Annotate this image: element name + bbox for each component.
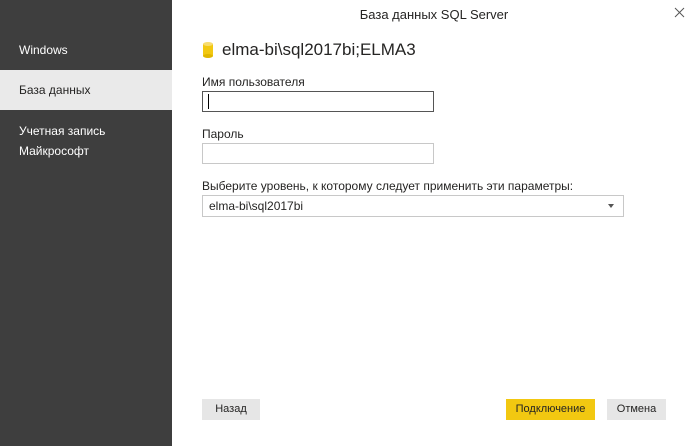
username-field[interactable]: [202, 91, 434, 112]
close-icon: [674, 7, 685, 18]
username-label: Имя пользователя: [202, 75, 305, 89]
database-heading: elma-bi\sql2017bi;ELMA3: [203, 39, 416, 61]
back-button[interactable]: Назад: [202, 399, 260, 420]
connect-button[interactable]: Подключение: [506, 399, 595, 420]
level-selected-value: elma-bi\sql2017bi: [209, 199, 304, 213]
sidebar-item-windows[interactable]: Windows: [0, 40, 172, 60]
sidebar-item-label: Windows: [19, 43, 68, 57]
level-dropdown[interactable]: elma-bi\sql2017bi: [202, 195, 624, 217]
sidebar-item-label: База данных: [19, 83, 91, 97]
password-label: Пароль: [202, 127, 244, 141]
auth-method-sidebar: Windows База данных Учетная запись Майкр…: [0, 0, 172, 446]
text-caret: [208, 94, 209, 109]
sidebar-item-microsoft-account[interactable]: Учетная запись Майкрософт: [0, 121, 172, 161]
close-button[interactable]: [670, 3, 690, 23]
dialog-title: База данных SQL Server: [359, 7, 509, 22]
sidebar-item-database[interactable]: База данных: [0, 70, 172, 110]
database-name: elma-bi\sql2017bi;ELMA3: [222, 40, 416, 59]
database-icon: [203, 42, 213, 58]
password-field[interactable]: [202, 143, 434, 164]
chevron-down-icon: [608, 204, 614, 208]
level-label: Выберите уровень, к которому следует при…: [202, 179, 574, 193]
sidebar-item-label: Учетная запись Майкрософт: [19, 124, 106, 158]
cancel-button[interactable]: Отмена: [607, 399, 666, 420]
